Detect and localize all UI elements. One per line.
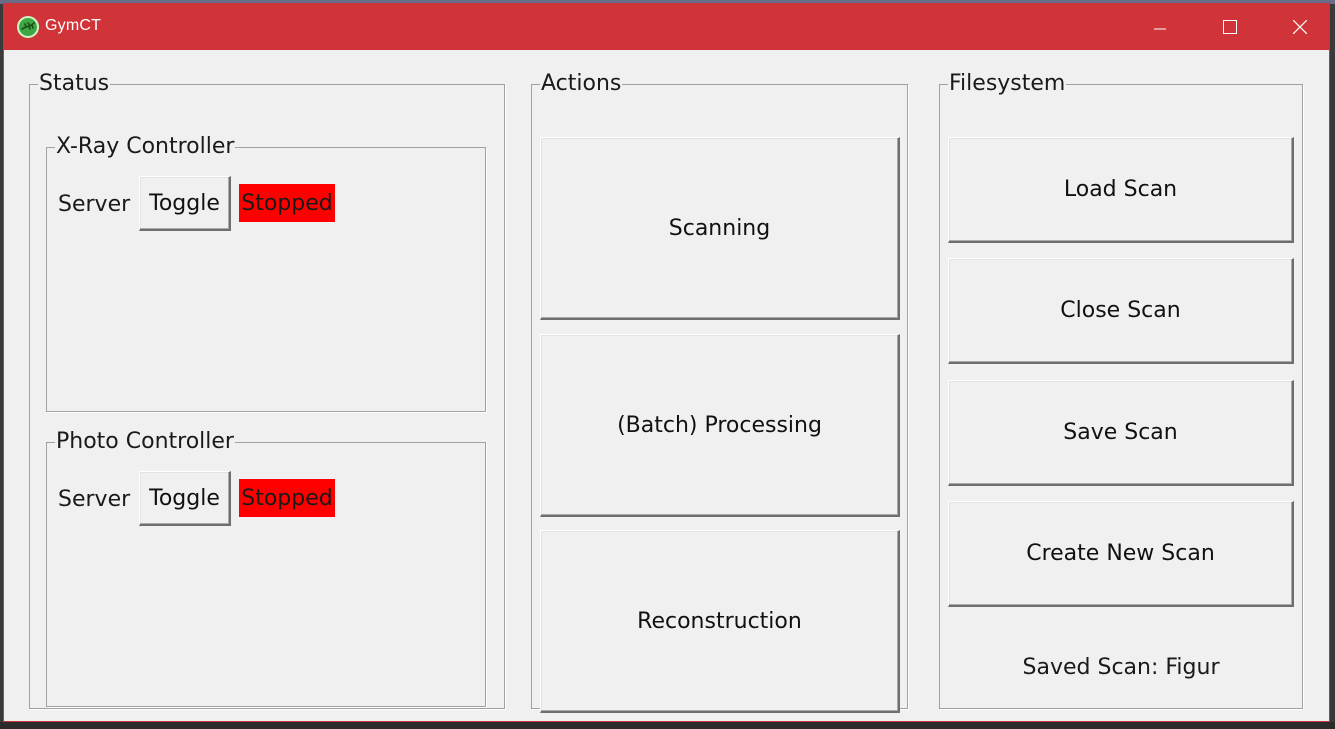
xray-toggle-button[interactable]: Toggle bbox=[139, 176, 231, 231]
app-window: GymCT Status X-Ray Controller Server Tog… bbox=[3, 3, 1330, 722]
status-group: Status X-Ray Controller Server Toggle St… bbox=[29, 73, 505, 709]
filesystem-group-label: Filesystem bbox=[949, 71, 1066, 96]
photo-status-badge: Stopped bbox=[239, 479, 335, 517]
reconstruction-button[interactable]: Reconstruction bbox=[540, 530, 900, 713]
xray-controller-group: X-Ray Controller Server Toggle Stopped bbox=[46, 136, 486, 412]
filesystem-group: Filesystem Load Scan Close Scan Save Sca… bbox=[939, 73, 1303, 709]
photo-controller-group: Photo Controller Server Toggle Stopped bbox=[46, 431, 486, 707]
maximize-button[interactable] bbox=[1195, 4, 1265, 50]
close-button[interactable] bbox=[1265, 4, 1335, 50]
xray-server-label: Server bbox=[58, 192, 131, 217]
create-new-scan-button[interactable]: Create New Scan bbox=[948, 501, 1294, 607]
photo-server-label: Server bbox=[58, 487, 131, 512]
scanning-button[interactable]: Scanning bbox=[540, 137, 900, 320]
close-icon bbox=[1293, 20, 1307, 34]
actions-group-label: Actions bbox=[541, 71, 622, 96]
status-group-label: Status bbox=[39, 71, 110, 96]
minimize-icon bbox=[1154, 28, 1166, 30]
xray-controller-label: X-Ray Controller bbox=[56, 134, 235, 159]
save-scan-button[interactable]: Save Scan bbox=[948, 380, 1294, 486]
gymct-lizard-icon bbox=[17, 16, 39, 38]
load-scan-button[interactable]: Load Scan bbox=[948, 137, 1294, 243]
maximize-icon bbox=[1223, 20, 1237, 34]
taskbar-strip bbox=[0, 722, 1335, 729]
minimize-button[interactable] bbox=[1125, 4, 1195, 50]
window-title: GymCT bbox=[45, 17, 102, 34]
photo-toggle-button[interactable]: Toggle bbox=[139, 471, 231, 526]
actions-group: Actions Scanning (Batch) Processing Reco… bbox=[531, 71, 908, 713]
saved-scan-label: Saved Scan: Figur bbox=[1022, 655, 1220, 680]
xray-status-badge: Stopped bbox=[239, 184, 335, 222]
photo-controller-label: Photo Controller bbox=[56, 429, 234, 454]
close-scan-button[interactable]: Close Scan bbox=[948, 258, 1294, 364]
batch-processing-button[interactable]: (Batch) Processing bbox=[540, 334, 900, 517]
title-bar[interactable]: GymCT bbox=[4, 4, 1329, 50]
